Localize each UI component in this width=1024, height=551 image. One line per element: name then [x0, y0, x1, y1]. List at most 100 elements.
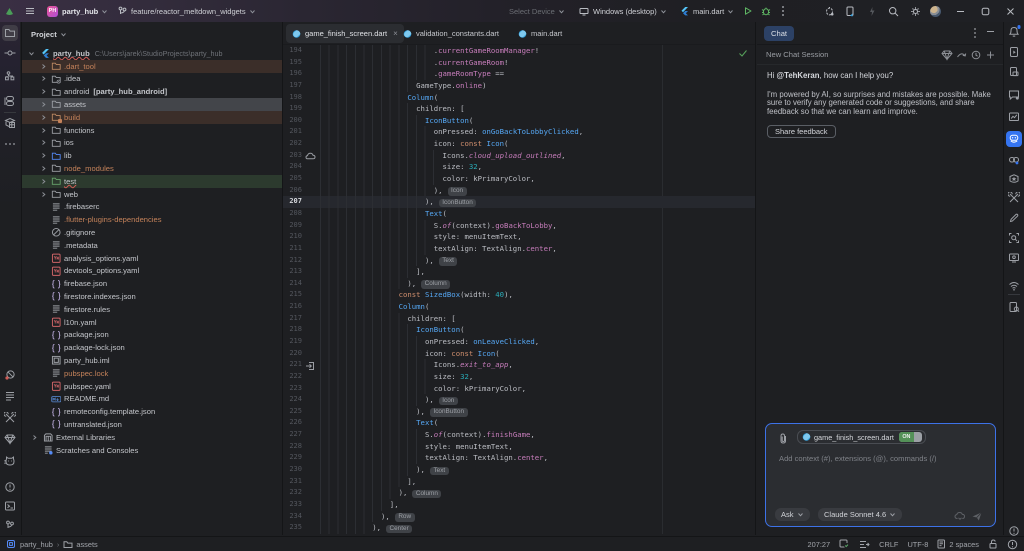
tree-chevron-icon[interactable] [40, 88, 47, 95]
tool-stripe-chat-icon[interactable] [1008, 134, 1020, 145]
tree-item-pubspec.yaml[interactable]: pubspec.yaml [22, 380, 282, 393]
tool-stripe-services-icon[interactable] [4, 95, 16, 107]
gem-icon[interactable] [941, 49, 953, 60]
tree-item-pubspec.lock[interactable]: pubspec.lock [22, 367, 282, 380]
tree-item-.flutter-plugins-dependencies[interactable]: .flutter-plugins-dependencies [22, 213, 282, 226]
code-line-209[interactable]: 209 S.of(context).goBackToLobby, [283, 219, 755, 232]
chat-hide-button[interactable] [986, 27, 995, 36]
tree-item-.dart_tool[interactable]: .dart_tool [22, 59, 282, 73]
tool-stripe-wifi-pairing-icon[interactable] [1008, 281, 1020, 291]
hot-reload-button[interactable] [868, 0, 876, 22]
share-feedback-button[interactable]: Share feedback [767, 124, 836, 138]
main-menu-button[interactable] [25, 0, 35, 22]
tree-chevron-icon[interactable] [40, 114, 47, 121]
tool-stripe-running-devices-2-icon[interactable] [1008, 253, 1020, 264]
tool-stripe-commit-icon[interactable] [4, 47, 16, 59]
code-line-233[interactable]: 233 ], [283, 498, 755, 511]
analysis-ok-icon[interactable] [839, 539, 850, 549]
tool-stripe-project-icon[interactable] [4, 27, 16, 39]
tool-stripe-editor-tool-icon[interactable] [1009, 213, 1020, 224]
tree-item-devtools_options.yaml[interactable]: devtools_options.yaml [22, 265, 282, 278]
tool-stripe-structure-icon[interactable] [4, 70, 16, 82]
code-line-214[interactable]: 214 ), Column [283, 277, 755, 290]
tree-item-functions[interactable]: functions [22, 124, 282, 137]
code-line-229[interactable]: 229 textAlign: TextAlign.center, [283, 452, 755, 465]
code-line-194[interactable]: 194 .currentGameRoomManager! [283, 45, 755, 57]
encoding[interactable]: UTF-8 [907, 540, 928, 549]
code-line-208[interactable]: 208 Text( [283, 207, 755, 220]
tree-item-.metadata[interactable]: .metadata [22, 239, 282, 252]
code-line-217[interactable]: 217 children: [ [283, 312, 755, 325]
tool-stripe-notifications-icon[interactable] [1008, 25, 1021, 38]
tree-item-android[interactable]: android [party_hub_android] [22, 85, 282, 98]
run-configuration-selector[interactable]: main.dart [680, 0, 734, 22]
code-line-224[interactable]: 224 ), Icon [283, 394, 755, 406]
tree-item-package.json[interactable]: package.json [22, 329, 282, 342]
indent-setting[interactable]: 2 spaces [937, 539, 979, 549]
tree-chevron-icon[interactable] [40, 152, 47, 159]
code-line-232[interactable]: 232 ), Column [283, 487, 755, 499]
redo-icon[interactable] [956, 51, 967, 59]
tree-chevron-icon[interactable] [40, 139, 47, 146]
model-selector[interactable]: Claude Sonnet 4.6 [818, 508, 903, 521]
tool-stripe-layout-inspector-icon[interactable] [1008, 232, 1020, 244]
tool-stripe-problems-icon[interactable] [5, 482, 16, 493]
tree-item-firebase.json[interactable]: firebase.json [22, 277, 282, 290]
code-line-216[interactable]: 216 Column( [283, 301, 755, 313]
tree-item-party_hub[interactable]: party_hub C:\Users\jarek\StudioProjects\p… [22, 47, 282, 60]
tree-item-firestore.rules[interactable]: firestore.rules [22, 303, 282, 316]
tool-stripe-resource-manager-icon[interactable] [4, 117, 16, 129]
code-line-198[interactable]: 198 Column( [283, 91, 755, 104]
tree-item-ios[interactable]: ios [22, 137, 282, 150]
code-editor[interactable]: 194 .currentGameRoomManager! 195 .current… [283, 45, 755, 534]
window-close-button[interactable] [1006, 0, 1015, 22]
editor-tab-game_finish_screen.dart[interactable]: game_finish_screen.dart × [286, 24, 404, 43]
tree-item-scratchesandconsoles[interactable]: Scratches and Consoles [22, 444, 282, 457]
context-file-chip[interactable]: game_finish_screen.dart ON [797, 430, 926, 444]
code-line-210[interactable]: 210 style: menuItemText, [283, 231, 755, 243]
code-line-204[interactable]: 204 size: 32, [283, 161, 755, 174]
avatar[interactable] [930, 0, 941, 22]
code-line-234[interactable]: 234 ), Row [283, 510, 755, 523]
debug-button[interactable] [761, 0, 771, 22]
run-button[interactable] [743, 0, 753, 22]
code-line-235[interactable]: 235 ), Center [283, 522, 755, 534]
tree-item-.idea[interactable]: .idea [22, 73, 282, 86]
code-line-205[interactable]: 205 color: kPrimaryColor, [283, 173, 755, 185]
status-breadcrumb[interactable]: party_hub › assets [6, 537, 98, 551]
inspections-ok-icon[interactable] [738, 49, 748, 58]
project-widget[interactable]: party_hub [62, 0, 108, 22]
code-line-202[interactable]: 202 icon: const Icon( [283, 138, 755, 150]
tool-stripe-profiler-icon[interactable] [1008, 112, 1020, 123]
tree-item-readme.md[interactable]: README.md [22, 393, 282, 406]
tree-item-party_hub.iml[interactable]: party_hub.iml [22, 354, 282, 367]
code-line-227[interactable]: 227 S.of(context).finishGame, [283, 429, 755, 441]
tree-chevron-icon[interactable] [40, 191, 47, 198]
mode-selector[interactable]: Ask [775, 508, 810, 521]
tool-stripe-app-quality-insights-icon[interactable] [1008, 173, 1020, 185]
tool-stripe-build-icon[interactable] [4, 411, 16, 424]
vcs-branch-widget[interactable]: feature/reactor_meltdown_widgets [118, 0, 256, 22]
tree-chevron-icon[interactable] [40, 101, 47, 108]
code-line-196[interactable]: 196 .gameRoomType == [283, 68, 755, 80]
code-line-199[interactable]: 199 children: [ [283, 103, 755, 115]
code-line-221[interactable]: 221 Icons.exit_to_app, [283, 359, 755, 371]
tool-stripe-more-tool-windows-icon[interactable] [4, 142, 16, 146]
tool-stripe-logcat-icon[interactable] [4, 456, 16, 467]
tool-stripe-terminal-icon[interactable] [4, 501, 16, 512]
code-line-230[interactable]: 230 ), Text [283, 464, 755, 476]
code-line-201[interactable]: 201 onPressed: onGoBackToLobbyClicked, [283, 126, 755, 139]
code-line-207[interactable]: 207 ), IconButton [283, 196, 755, 208]
context-toggle[interactable]: ON [898, 432, 922, 442]
settings-button[interactable] [910, 0, 921, 22]
attach-icon[interactable] [779, 433, 787, 444]
restore-checkpoint-icon[interactable] [954, 511, 967, 521]
chat-tab[interactable]: Chat [764, 25, 795, 41]
code-line-228[interactable]: 228 style: menuItemText, [283, 440, 755, 453]
tree-item-l10n.yaml[interactable]: l10n.yaml [22, 316, 282, 329]
tree-item-externallibraries[interactable]: External Libraries [22, 431, 282, 444]
tree-item-analysis_options.yaml[interactable]: analysis_options.yaml [22, 252, 282, 265]
tree-chevron-icon[interactable] [40, 178, 47, 185]
window-minimize-button[interactable] [956, 0, 965, 22]
code-line-219[interactable]: 219 onPressed: onLeaveClicked, [283, 336, 755, 348]
